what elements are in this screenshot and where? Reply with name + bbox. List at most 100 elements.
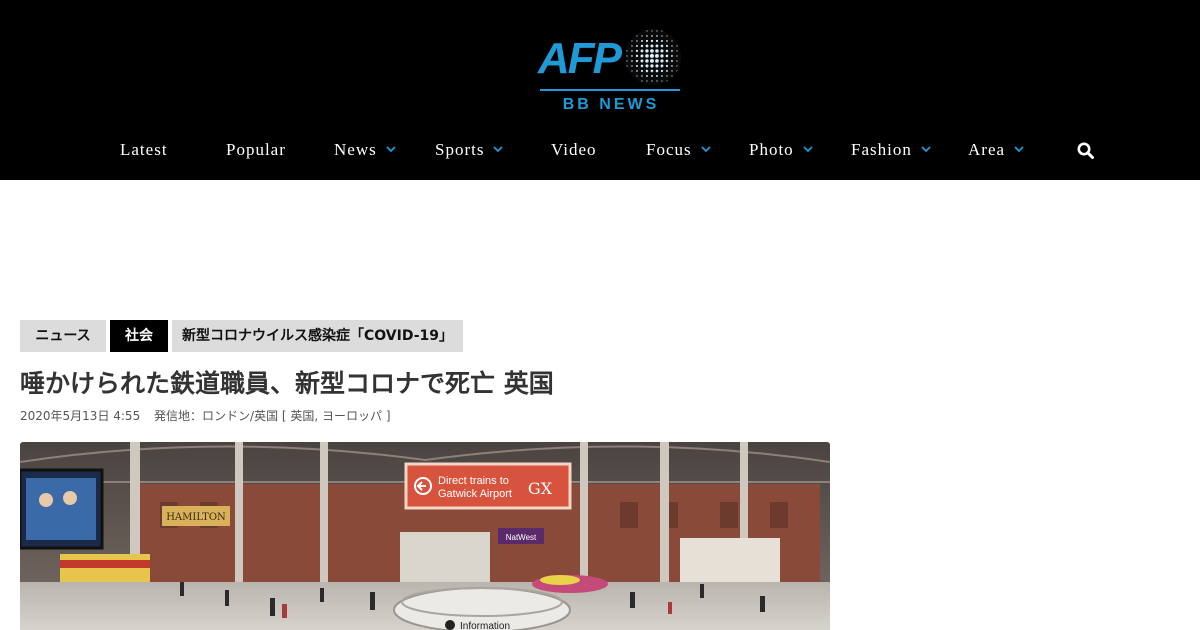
- nav-photo[interactable]: Photo: [749, 130, 813, 170]
- globe-dot: [660, 54, 664, 58]
- article-location[interactable]: 発信地：ロンドン/英国 [ 英国, ヨーロッパ ]: [154, 409, 390, 423]
- globe-dot: [626, 65, 628, 67]
- nav-label: Popular: [226, 140, 286, 159]
- chevron-down-icon: [921, 146, 931, 153]
- nav-label: Photo: [749, 140, 794, 159]
- globe-dot: [666, 35, 668, 37]
- nav-news[interactable]: News: [334, 130, 396, 170]
- nav-sports[interactable]: Sports: [435, 130, 504, 170]
- globe-dot: [641, 80, 643, 82]
- globe-dot: [655, 59, 659, 63]
- globe-dot: [660, 44, 664, 48]
- globe-dot: [665, 59, 669, 63]
- globe-dot: [635, 54, 639, 58]
- gatwick-express-logo: GX: [528, 479, 553, 498]
- globe-dot: [631, 60, 633, 62]
- globe-dot: [661, 30, 663, 32]
- nav-popular[interactable]: Popular: [226, 130, 286, 170]
- tag-society[interactable]: 社会: [110, 320, 168, 352]
- article-photo[interactable]: HAMILTON Direct trains to Gatwick Airpor…: [20, 442, 830, 630]
- nav-area[interactable]: Area: [968, 130, 1024, 170]
- globe-dot: [646, 75, 648, 77]
- globe-dot: [640, 44, 644, 48]
- globe-dot: [641, 35, 643, 37]
- nav-focus[interactable]: Focus: [646, 130, 711, 170]
- nav-label: Fashion: [851, 140, 912, 159]
- afp-bb-news-logo[interactable]: AFP BB NEWS: [538, 28, 684, 118]
- logo-subtitle: BB NEWS: [562, 96, 660, 113]
- globe-dot: [671, 60, 673, 62]
- globe-dot: [650, 39, 654, 43]
- globe-dot: [671, 65, 673, 67]
- globe-dot: [660, 39, 664, 43]
- globe-dot: [646, 35, 648, 37]
- tag-news[interactable]: ニュース: [20, 320, 106, 352]
- globe-dot: [654, 53, 660, 59]
- globe-dot: [645, 49, 649, 53]
- globe-dot: [676, 45, 678, 47]
- globe-dot: [665, 64, 669, 68]
- globe-dot: [626, 60, 628, 62]
- globe-dot: [650, 74, 654, 78]
- globe-dot: [636, 70, 638, 72]
- globe-dot: [651, 30, 653, 32]
- globe-dot: [656, 75, 658, 77]
- globe-dot: [640, 64, 644, 68]
- globe-dot: [656, 30, 658, 32]
- natwest-sign: NatWest: [506, 533, 537, 542]
- nav-label: Latest: [120, 140, 168, 159]
- globe-dot: [635, 49, 639, 53]
- main-nav: Latest Popular News Sports Video Focus P…: [0, 130, 1200, 170]
- tag-covid19[interactable]: 新型コロナウイルス感染症「COVID-19」: [172, 320, 463, 352]
- nav-label: Area: [968, 140, 1006, 159]
- globe-dot: [635, 64, 639, 68]
- globe-dot: [645, 54, 649, 58]
- chevron-down-icon: [1014, 146, 1024, 153]
- globe-dot: [641, 40, 643, 42]
- gatwick-sign-line2: Gatwick Airport: [438, 488, 512, 500]
- globe-dot: [646, 30, 648, 32]
- globe-dot: [665, 44, 669, 48]
- globe-dot: [676, 60, 678, 62]
- ad-space: [0, 180, 1200, 310]
- globe-dot: [640, 69, 644, 73]
- globe-dot: [645, 69, 649, 73]
- globe-dot: [655, 64, 659, 68]
- globe-dot: [655, 69, 659, 73]
- nav-latest[interactable]: Latest: [120, 130, 168, 170]
- globe-dot: [666, 75, 668, 77]
- globe-dot: [661, 80, 663, 82]
- globe-dot: [631, 70, 633, 72]
- globe-dot: [655, 49, 659, 53]
- globe-dot: [666, 40, 668, 42]
- globe-dot: [631, 65, 633, 67]
- globe-dot: [676, 55, 678, 57]
- article-datetime: 2020年5月13日 4:55: [20, 409, 141, 423]
- globe-dot: [665, 49, 669, 53]
- globe-dot: [660, 59, 664, 63]
- globe-dot: [636, 40, 638, 42]
- globe-dot: [655, 39, 659, 43]
- globe-dot: [671, 75, 673, 77]
- globe-dot: [676, 50, 678, 52]
- search-icon[interactable]: [1076, 141, 1096, 161]
- globe-dot: [631, 40, 633, 42]
- globe-dot: [670, 54, 674, 58]
- station-concourse-image: HAMILTON Direct trains to Gatwick Airpor…: [20, 442, 830, 630]
- globe-dot: [661, 75, 663, 77]
- chevron-down-icon: [700, 146, 711, 153]
- globe-dot: [656, 35, 658, 37]
- globe-dot: [649, 58, 655, 64]
- globe-dot: [650, 69, 654, 73]
- globe-dot: [660, 64, 664, 68]
- hamilton-sign: HAMILTON: [166, 512, 226, 523]
- nav-video[interactable]: Video: [551, 130, 597, 170]
- gatwick-sign-line1: Direct trains to: [438, 475, 509, 487]
- globe-dot: [645, 64, 649, 68]
- nav-label: News: [334, 140, 377, 159]
- globe-dot: [631, 55, 633, 57]
- nav-fashion[interactable]: Fashion: [851, 130, 931, 170]
- globe-dot: [640, 59, 644, 63]
- globe-dot: [635, 59, 639, 63]
- nav-label: Video: [551, 140, 597, 159]
